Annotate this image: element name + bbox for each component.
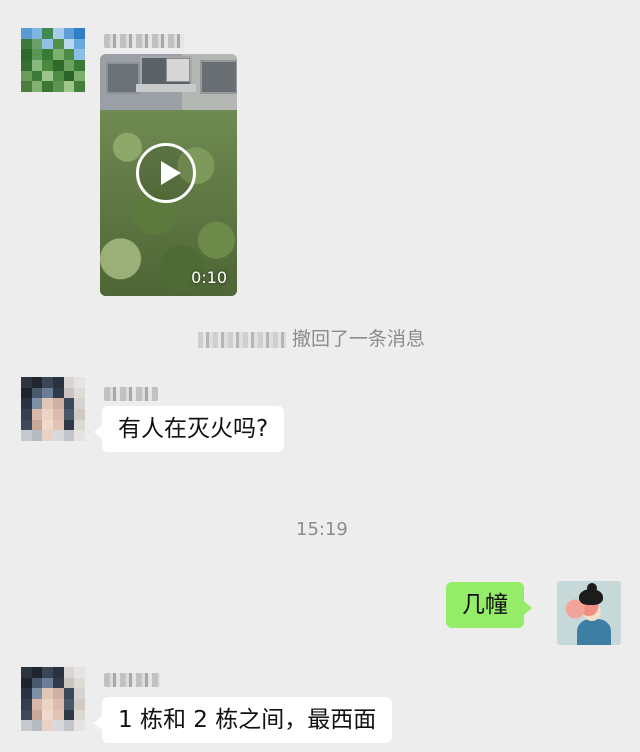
sender-name-obscured xyxy=(104,387,158,401)
recaller-name-obscured xyxy=(198,331,286,348)
message-text: 有人在灭火吗? xyxy=(118,416,269,442)
video-duration: 0:10 xyxy=(191,268,227,287)
recall-text: 撤回了一条消息 xyxy=(292,328,426,350)
message-bubble-outgoing[interactable]: 几幢 xyxy=(446,582,532,628)
play-icon[interactable] xyxy=(136,143,196,203)
message-text: 几幢 xyxy=(462,592,508,618)
sender-name-obscured xyxy=(104,673,160,687)
avatar-self[interactable] xyxy=(557,581,621,645)
message-bubble-incoming[interactable]: 有人在灭火吗? xyxy=(93,406,285,452)
message-text: 1 栋和 2 栋之间，最西面 xyxy=(118,707,377,733)
avatar-contact-3[interactable] xyxy=(21,667,85,731)
avatar-contact-1[interactable] xyxy=(21,28,85,92)
recall-notice: 撤回了一条消息 xyxy=(198,324,425,351)
message-bubble-incoming[interactable]: 1 栋和 2 栋之间，最西面 xyxy=(93,697,393,743)
video-message[interactable]: 0:10 xyxy=(100,54,237,296)
avatar-contact-2[interactable] xyxy=(21,377,85,441)
timestamp: 15:19 xyxy=(296,519,348,540)
sender-name-obscured xyxy=(104,34,184,48)
